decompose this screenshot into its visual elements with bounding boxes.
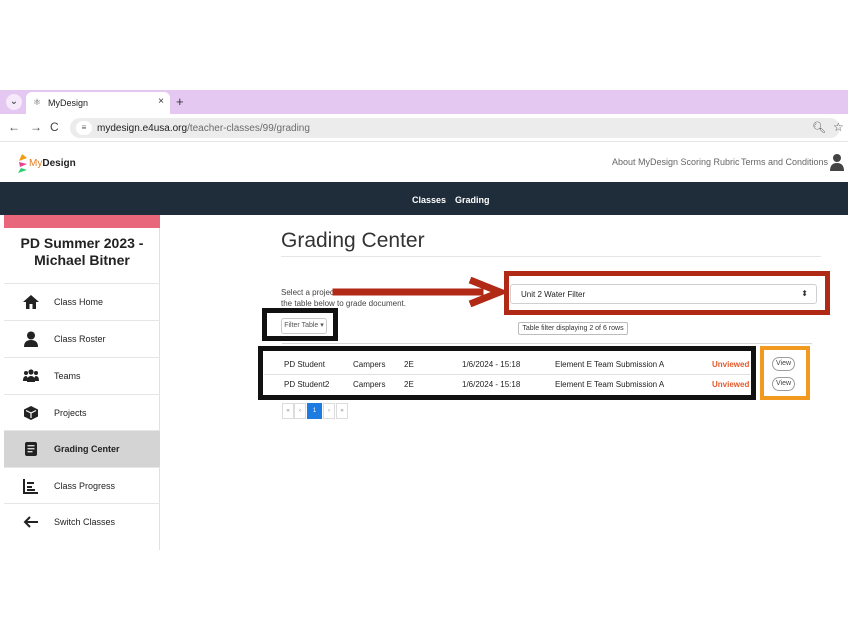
sidebar-item-label: Teams — [54, 371, 81, 381]
pager-last[interactable]: » — [336, 403, 348, 419]
url-path: /teacher-classes/99/grading — [187, 123, 310, 134]
mydesign-logo[interactable]: MyDesign — [16, 152, 76, 174]
screenshot-stage: ⌄ ⚛ MyDesign × + ← → C ≡ mydesign.e4usa.… — [0, 0, 848, 639]
reload-icon[interactable]: C — [50, 120, 59, 134]
sidebar-item-label: Class Home — [54, 297, 104, 307]
browser-tab[interactable]: ⚛ MyDesign × — [26, 92, 170, 114]
sidebar-item-label: Class Progress — [54, 481, 116, 491]
site-info-icon[interactable]: ≡ — [76, 121, 92, 135]
annotation-project-select-highlight — [504, 271, 830, 315]
arrow-left-icon — [23, 516, 38, 528]
annotation-view-buttons-highlight — [760, 346, 810, 400]
page-title: Grading Center — [281, 229, 425, 252]
sidebar-class-title: PD Summer 2023 - Michael Bitner — [20, 235, 144, 268]
tab-title: MyDesign — [48, 98, 89, 108]
forward-icon[interactable]: → — [30, 120, 42, 134]
nav-grading-link[interactable]: Grading — [455, 195, 490, 205]
box-icon — [24, 406, 38, 420]
bookmark-star-icon[interactable]: ☆ — [833, 120, 844, 134]
tab-close-icon[interactable]: × — [158, 96, 164, 107]
sidebar-item-switch-classes[interactable]: Switch Classes — [4, 503, 160, 540]
zoom-icon[interactable]: 🔍︎ — [812, 121, 826, 134]
filter-status-badge: Table filter displaying 2 of 6 rows — [518, 322, 628, 335]
mydesign-favicon-icon: ⚛ — [33, 97, 42, 107]
document-icon — [25, 442, 37, 456]
url-text[interactable]: mydesign.e4usa.org/teacher-classes/99/gr… — [97, 123, 310, 134]
home-icon — [23, 295, 39, 309]
pager-prev[interactable]: ‹ — [294, 403, 306, 419]
url-host: mydesign.e4usa.org — [97, 123, 188, 134]
terms-link[interactable]: Terms and Conditions — [741, 157, 828, 167]
chart-icon — [23, 479, 38, 494]
sidebar-item-label: Projects — [54, 408, 87, 418]
annotation-rows-highlight — [258, 346, 756, 400]
people-icon — [23, 369, 39, 382]
table-header-divider — [282, 343, 812, 344]
sidebar-accent-bar — [4, 215, 160, 228]
sidebar-item-grading-center[interactable]: Grading Center — [4, 430, 160, 467]
logo-mark-icon — [18, 154, 27, 173]
sidebar-item-class-progress[interactable]: Class Progress — [4, 467, 160, 504]
sidebar-item-label: Class Roster — [54, 334, 106, 344]
annotation-arrow — [332, 277, 510, 307]
nav-classes-link[interactable]: Classes — [412, 195, 446, 205]
title-divider — [281, 256, 821, 257]
sidebar-item-label: Switch Classes — [54, 517, 116, 527]
annotation-filter-highlight — [262, 308, 338, 341]
logo-text: MyDesign — [29, 158, 76, 169]
tab-search-icon[interactable]: ⌄ — [6, 94, 22, 110]
pager-next[interactable]: › — [323, 403, 335, 419]
back-icon[interactable]: ← — [8, 120, 20, 134]
person-icon — [24, 331, 38, 347]
sidebar-item-class-roster[interactable]: Class Roster — [4, 320, 160, 357]
sidebar-item-teams[interactable]: Teams — [4, 357, 160, 394]
sidebar-item-class-home[interactable]: Class Home — [4, 283, 160, 320]
sidebar-item-label: Grading Center — [54, 444, 120, 454]
pager-first[interactable]: « — [282, 403, 294, 419]
new-tab-button[interactable]: + — [176, 94, 184, 110]
pager-page-1[interactable]: 1 — [307, 403, 322, 419]
sidebar-item-projects[interactable]: Projects — [4, 394, 160, 431]
user-account-icon[interactable] — [830, 153, 844, 171]
scoring-rubric-link[interactable]: About MyDesign Scoring Rubric — [612, 157, 740, 167]
